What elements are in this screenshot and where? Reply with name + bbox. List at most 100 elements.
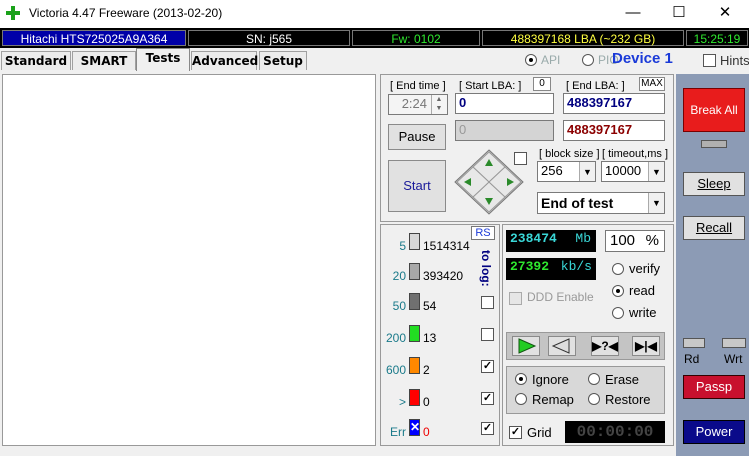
speed-unit: kb/s bbox=[560, 259, 592, 274]
reset-stats-button[interactable]: RS bbox=[471, 226, 495, 240]
reverse-icon[interactable] bbox=[548, 336, 576, 356]
read-radio[interactable] bbox=[612, 285, 624, 297]
block-size-select[interactable]: 256 ▼ bbox=[537, 161, 596, 182]
end-action-value: End of test bbox=[541, 195, 614, 211]
ddd-enable-checkbox[interactable] bbox=[509, 292, 522, 305]
api-radio[interactable] bbox=[525, 54, 537, 66]
read-label: read bbox=[629, 283, 656, 298]
end-time-spinner[interactable]: ▲ ▼ bbox=[431, 95, 446, 114]
ddd-enable-label: DDD Enable bbox=[527, 290, 594, 304]
maximize-button[interactable]: ☐ bbox=[656, 0, 702, 28]
sleep-button[interactable]: Sleep bbox=[683, 172, 745, 196]
progress-percent-unit: % bbox=[645, 232, 659, 249]
stat-color-swatch bbox=[409, 357, 420, 374]
random-seek-icon[interactable]: ▶?◀ bbox=[591, 336, 619, 356]
log-checkbox[interactable] bbox=[481, 296, 494, 309]
start-lba-zero-button[interactable]: 0 bbox=[533, 77, 551, 91]
stat-count: 2 bbox=[423, 363, 430, 377]
processed-mb-display: 238474 Mb bbox=[506, 230, 596, 252]
write-led bbox=[722, 338, 746, 348]
hints-checkbox[interactable] bbox=[703, 54, 716, 67]
log-checkbox[interactable]: ✓ bbox=[481, 422, 494, 435]
write-radio[interactable] bbox=[612, 307, 624, 319]
remap-label: Remap bbox=[532, 392, 574, 407]
write-led-label: Wrt bbox=[724, 352, 743, 366]
app-icon bbox=[6, 6, 20, 20]
to-log-label: to log: bbox=[479, 250, 493, 287]
end-lba-max-button[interactable]: MAX bbox=[639, 77, 665, 91]
end-lba-input[interactable]: 488397167 bbox=[563, 93, 665, 114]
tab-advanced[interactable]: Advanced bbox=[191, 51, 258, 70]
read-led bbox=[683, 338, 705, 348]
pio-radio[interactable] bbox=[582, 54, 594, 66]
stat-color-swatch: ✕ bbox=[409, 419, 421, 436]
stat-threshold-label: > bbox=[398, 395, 406, 409]
end-action-select[interactable]: End of test ▼ bbox=[537, 192, 665, 214]
clock: 15:25:19 bbox=[686, 30, 748, 46]
verify-radio[interactable] bbox=[612, 263, 624, 275]
stat-count: 13 bbox=[423, 331, 437, 345]
stat-count: 393420 bbox=[423, 269, 464, 283]
grid-checkbox[interactable]: ✓ bbox=[509, 426, 522, 439]
timeout-label: [ timeout,ms ] bbox=[602, 148, 669, 160]
hints-label: Hints bbox=[720, 53, 749, 68]
drive-capacity: 488397168 LBA (~232 GB) bbox=[482, 30, 684, 46]
speed-display: 27392 kb/s bbox=[506, 258, 596, 280]
stat-threshold-label: 5 bbox=[399, 239, 406, 253]
stat-count: 0 bbox=[423, 425, 430, 439]
tab-setup[interactable]: Setup bbox=[259, 51, 307, 70]
minimize-button[interactable]: — bbox=[610, 0, 656, 28]
timeout-select[interactable]: 10000 ▼ bbox=[601, 161, 665, 182]
start-button[interactable]: Start bbox=[388, 160, 446, 212]
stat-color-swatch bbox=[409, 325, 420, 342]
status-led bbox=[701, 140, 727, 148]
end-lba-label: [ End LBA: ] bbox=[566, 80, 625, 92]
remap-radio[interactable] bbox=[515, 393, 527, 405]
erase-radio[interactable] bbox=[588, 373, 600, 385]
verify-label: verify bbox=[629, 261, 661, 276]
log-checkbox[interactable] bbox=[481, 328, 494, 341]
butterfly-icon[interactable]: ▶|◀ bbox=[632, 336, 660, 356]
recall-button[interactable]: Recall bbox=[683, 216, 745, 240]
start-lba-input[interactable]: 0 bbox=[455, 93, 554, 114]
stat-count: 54 bbox=[423, 299, 437, 313]
break-all-button[interactable]: Break All bbox=[683, 88, 745, 132]
log-checkbox[interactable]: ✓ bbox=[481, 392, 494, 405]
tab-tests[interactable]: Tests bbox=[136, 48, 190, 71]
tab-standard[interactable]: Standard bbox=[1, 51, 71, 70]
device-label[interactable]: Device 1 bbox=[612, 50, 673, 67]
stat-threshold-label: 600 bbox=[385, 363, 406, 377]
stat-threshold-label: 20 bbox=[392, 269, 406, 283]
play-icon[interactable] bbox=[512, 336, 540, 356]
end-time-label: [ End time ] bbox=[390, 80, 446, 92]
close-button[interactable]: ✕ bbox=[702, 0, 748, 28]
stat-color-swatch bbox=[409, 389, 420, 406]
stat-count: 1514314 bbox=[423, 239, 470, 253]
window-title: Victoria 4.47 Freeware (2013-02-20) bbox=[29, 6, 223, 20]
grid-label: Grid bbox=[527, 425, 552, 440]
stat-threshold-label: Err bbox=[390, 425, 406, 439]
power-button[interactable]: Power bbox=[683, 420, 745, 444]
write-label: write bbox=[629, 305, 657, 320]
log-area[interactable] bbox=[2, 74, 376, 446]
read-led-label: Rd bbox=[684, 352, 700, 366]
speed-value: 27392 bbox=[510, 259, 550, 274]
progress-percent-value: 100 bbox=[610, 232, 636, 249]
processed-mb-value: 238474 bbox=[510, 231, 557, 246]
stat-count: 0 bbox=[423, 395, 430, 409]
end-time-value: 2:24 bbox=[401, 96, 427, 111]
drive-model: Hitachi HTS725025A9A364 bbox=[2, 30, 186, 46]
log-checkbox[interactable]: ✓ bbox=[481, 360, 494, 373]
pause-button[interactable]: Pause bbox=[388, 124, 446, 150]
block-size-label: [ block size ] bbox=[539, 148, 600, 160]
stat-threshold-label: 50 bbox=[392, 299, 406, 313]
timeout-value: 10000 bbox=[605, 163, 642, 178]
passp-button[interactable]: Passp bbox=[683, 375, 745, 399]
chevron-down-icon: ▼ bbox=[648, 162, 664, 181]
ignore-radio[interactable] bbox=[515, 373, 527, 385]
drive-firmware: Fw: 0102 bbox=[352, 30, 480, 46]
tab-smart[interactable]: SMART bbox=[72, 51, 136, 70]
pad-checkbox[interactable] bbox=[514, 152, 527, 165]
restore-radio[interactable] bbox=[588, 393, 600, 405]
drive-serial: SN: j565 bbox=[188, 30, 350, 46]
